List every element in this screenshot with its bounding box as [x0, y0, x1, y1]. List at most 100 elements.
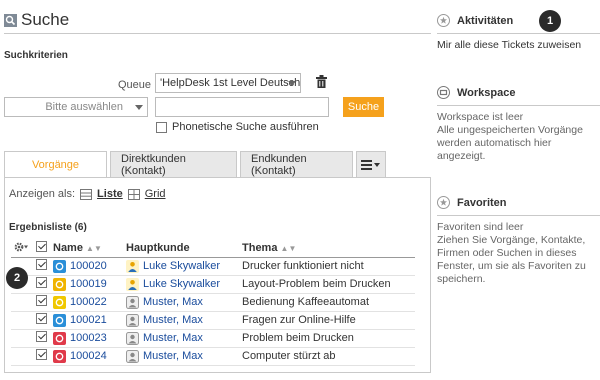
- row-checkbox[interactable]: [36, 313, 47, 324]
- row-id-cell[interactable]: 100021: [50, 311, 123, 330]
- callout-badge-2: 2: [6, 267, 28, 289]
- row-id-cell[interactable]: 100022: [50, 293, 123, 312]
- select-all-header[interactable]: [33, 240, 50, 258]
- row-select[interactable]: [33, 347, 50, 366]
- view-switch: Anzeigen als: Liste Grid: [9, 188, 166, 200]
- tab-more-menu[interactable]: [356, 151, 386, 177]
- row-select[interactable]: [33, 311, 50, 330]
- field-select[interactable]: Bitte auswählen: [4, 97, 148, 117]
- contact-icon: [126, 295, 139, 309]
- table-row[interactable]: 100023 Muster, Max Problem beim Drucken: [11, 329, 415, 348]
- criteria-label: Suchkriterien: [4, 50, 68, 61]
- result-tabs: Vorgänge Direktkunden (Kontakt) Endkunde…: [4, 151, 386, 177]
- search-main: Suche Suchkriterien Queue 'HelpDesk 1st …: [0, 0, 432, 380]
- row-topic-cell: Bedienung Kaffeeautomat: [239, 293, 415, 312]
- customer-link[interactable]: Muster, Max: [143, 314, 203, 326]
- row-select[interactable]: [33, 257, 50, 276]
- workspace-title: Workspace: [457, 86, 516, 99]
- tab-direktkunden[interactable]: Direktkunden (Kontakt): [110, 151, 237, 177]
- page-title-text: Suche: [21, 10, 70, 29]
- row-select[interactable]: [33, 293, 50, 312]
- contact-icon: [126, 349, 139, 363]
- table-row[interactable]: 100020 Luke Skywalker Drucker funktioniert…: [11, 257, 415, 276]
- row-id-cell[interactable]: 100023: [50, 329, 123, 348]
- ticket-id-link[interactable]: 100024: [70, 350, 107, 362]
- ticket-icon-bg: [53, 349, 66, 363]
- column-name-label: Name: [53, 242, 83, 255]
- row-select[interactable]: [33, 329, 50, 348]
- activities-header: Aktivitäten: [437, 14, 513, 27]
- ticket-id-link[interactable]: 100022: [70, 296, 107, 308]
- favorites-header: Favoriten: [437, 196, 507, 209]
- row-checkbox[interactable]: [36, 331, 47, 342]
- trash-icon[interactable]: [316, 75, 327, 88]
- row-id-cell[interactable]: 100024: [50, 347, 123, 366]
- queue-label: Queue: [118, 79, 152, 91]
- row-customer-cell[interactable]: Luke Skywalker: [123, 275, 239, 294]
- row-topic-cell: Computer stürzt ab: [239, 347, 415, 366]
- ticket-icon: [53, 259, 66, 273]
- ticket-id-link[interactable]: 100019: [70, 278, 107, 290]
- customer-link[interactable]: Muster, Max: [143, 332, 203, 344]
- search-button[interactable]: Suche: [343, 97, 384, 117]
- topic-text: Bedienung Kaffeeautomat: [242, 296, 370, 308]
- row-checkbox[interactable]: [36, 349, 47, 360]
- table-row[interactable]: 100022 Muster, Max Bedienung Kaffeeautomat: [11, 293, 415, 312]
- row-spacer: [11, 347, 33, 366]
- row-checkbox[interactable]: [36, 295, 47, 306]
- tab-endkunden[interactable]: Endkunden (Kontakt): [240, 151, 353, 177]
- row-customer-cell[interactable]: Muster, Max: [123, 293, 239, 312]
- ticket-id-link[interactable]: 100021: [70, 314, 107, 326]
- column-name[interactable]: Name ▲▼: [50, 240, 123, 258]
- row-customer-cell[interactable]: Muster, Max: [123, 311, 239, 330]
- view-grid-link[interactable]: Grid: [145, 188, 166, 200]
- row-select[interactable]: [33, 275, 50, 294]
- row-checkbox[interactable]: [36, 259, 47, 270]
- row-customer-cell[interactable]: Muster, Max: [123, 347, 239, 366]
- table-row[interactable]: 100024 Muster, Max Computer stürzt ab: [11, 347, 415, 366]
- search-input[interactable]: [155, 97, 329, 117]
- activities-title: Aktivitäten: [457, 14, 514, 27]
- customer-link[interactable]: Luke Skywalker: [143, 260, 220, 272]
- ticket-icon-bg: [53, 331, 66, 345]
- callout-badge-1: 1: [539, 10, 561, 32]
- gear-icon[interactable]: [14, 242, 29, 252]
- row-topic-cell: Fragen zur Online-Hilfe: [239, 311, 415, 330]
- ticket-id-link[interactable]: 100020: [70, 260, 107, 272]
- row-spacer: [11, 329, 33, 348]
- row-id-cell[interactable]: 100020: [50, 257, 123, 276]
- tab-vorgaenge[interactable]: Vorgänge: [4, 151, 107, 177]
- queue-select-value: 'HelpDesk 1st Level Deutsch': [160, 77, 301, 89]
- workspace-header: Workspace: [437, 86, 516, 99]
- table-header-row: Name ▲▼ Hauptkunde Thema ▲▼: [11, 240, 415, 258]
- view-list-link[interactable]: Liste: [97, 188, 123, 200]
- ticket-id-link[interactable]: 100023: [70, 332, 107, 344]
- table-row[interactable]: 100019 Luke Skywalker Layout-Problem beim …: [11, 275, 415, 294]
- star-icon: [437, 14, 450, 27]
- table-row[interactable]: 100021 Muster, Max Fragen zur Online-Hilfe: [11, 311, 415, 330]
- activities-divider: [437, 33, 600, 34]
- row-id-cell[interactable]: 100019: [50, 275, 123, 294]
- chevron-down-icon: [135, 105, 143, 110]
- phonetic-label: Phonetische Suche ausführen: [172, 121, 319, 133]
- row-customer-cell[interactable]: Muster, Max: [123, 329, 239, 348]
- row-checkbox[interactable]: [36, 277, 47, 288]
- chevron-down-icon: [288, 81, 296, 86]
- row-spacer: [11, 311, 33, 330]
- customer-link[interactable]: Muster, Max: [143, 296, 203, 308]
- settings-column-header[interactable]: [11, 240, 33, 258]
- activities-assign-link[interactable]: Mir alle diese Tickets zuweisen: [437, 39, 597, 52]
- ticket-icon-bg: [53, 313, 66, 327]
- phonetic-checkbox[interactable]: [156, 121, 167, 133]
- select-all-checkbox[interactable]: [36, 241, 47, 253]
- phonetic-search-option[interactable]: Phonetische Suche ausführen: [156, 121, 319, 133]
- column-thema[interactable]: Thema ▲▼: [239, 240, 415, 258]
- customer-link[interactable]: Luke Skywalker: [143, 278, 220, 290]
- customer-link[interactable]: Muster, Max: [143, 350, 203, 362]
- column-thema-label: Thema: [242, 242, 278, 255]
- workspace-text: Workspace ist leer Alle ungespeicherten …: [437, 111, 583, 162]
- row-spacer: [11, 293, 33, 312]
- row-customer-cell[interactable]: Luke Skywalker: [123, 257, 239, 276]
- column-hauptkunde[interactable]: Hauptkunde: [123, 240, 239, 258]
- queue-select[interactable]: 'HelpDesk 1st Level Deutsch': [155, 73, 301, 93]
